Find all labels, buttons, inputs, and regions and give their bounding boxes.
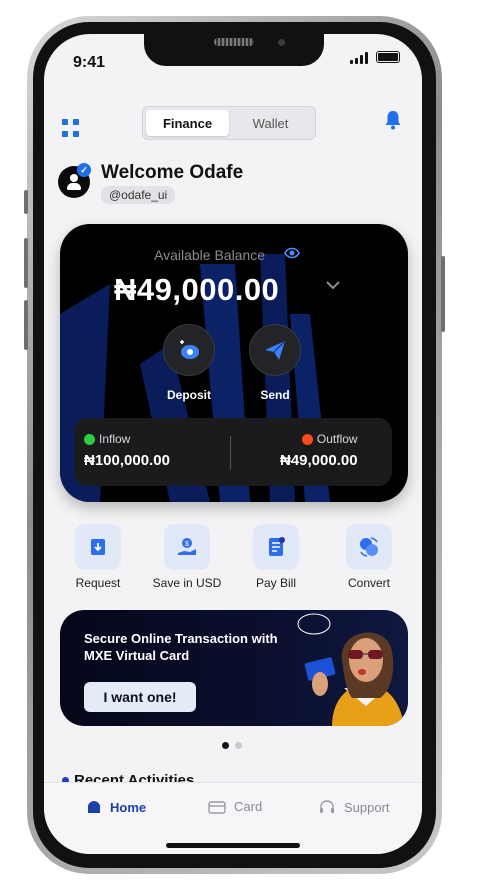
signal-icon xyxy=(350,52,368,64)
side-button xyxy=(24,300,28,350)
battery-icon xyxy=(376,51,400,63)
woman-with-card-image xyxy=(297,613,404,726)
send-label: Send xyxy=(260,388,290,402)
request-icon xyxy=(91,539,105,555)
home-icon xyxy=(88,801,100,813)
username-handle: @odafe_ui xyxy=(101,186,176,204)
front-camera xyxy=(278,39,285,46)
outflow-amount: ₦49,000.00 xyxy=(280,452,358,469)
tab-finance[interactable]: Finance xyxy=(146,110,229,136)
finance-wallet-toggle: Finance Wallet xyxy=(142,106,316,140)
menu-grid-icon[interactable] xyxy=(62,119,80,137)
app-screen: 9:41 Finance Wallet ✓ Welcome Odafe @oda… xyxy=(44,34,422,854)
i-want-one-button[interactable]: I want one! xyxy=(84,682,196,712)
card-icon xyxy=(208,800,226,814)
save-usd-icon: $ xyxy=(178,538,196,555)
notch xyxy=(144,34,324,66)
side-button xyxy=(441,256,445,332)
outflow-label: Outflow xyxy=(316,432,358,446)
carousel-pager xyxy=(222,742,242,749)
status-time: 9:41 xyxy=(73,54,106,71)
inflow-amount: ₦100,000.00 xyxy=(84,452,170,469)
send-icon xyxy=(265,340,286,360)
verified-badge-icon: ✓ xyxy=(77,163,91,177)
deposit-button[interactable]: Deposit xyxy=(161,324,217,402)
balance-amount: ₦49,000.00 xyxy=(114,272,280,307)
pay-bill-icon xyxy=(269,537,285,556)
flow-divider xyxy=(230,436,231,470)
pager-dot[interactable] xyxy=(235,742,242,749)
deposit-icon xyxy=(180,340,199,359)
request-action[interactable]: Request xyxy=(58,524,138,590)
convert-icon xyxy=(360,537,378,557)
eye-icon[interactable] xyxy=(284,246,300,260)
headset-icon xyxy=(320,800,334,813)
inflow-dot-icon xyxy=(84,433,95,445)
nav-home-label: Home xyxy=(110,799,147,815)
inflow-block: Inflow ₦100,000.00 xyxy=(84,432,170,469)
home-indicator xyxy=(166,843,300,848)
side-button xyxy=(24,190,28,214)
tab-wallet[interactable]: Wallet xyxy=(229,110,312,136)
bottom-nav: Home Card Support xyxy=(44,782,422,854)
inflow-label: Inflow xyxy=(99,432,131,446)
save-in-usd-label: Save in USD xyxy=(152,576,222,590)
available-balance-label: Available Balance xyxy=(154,247,266,263)
promo-banner[interactable]: Secure Online Transaction with MXE Virtu… xyxy=(60,610,408,726)
nav-support-label: Support xyxy=(344,799,390,815)
nav-card-label: Card xyxy=(234,799,263,814)
nav-home[interactable]: Home xyxy=(86,799,146,815)
save-in-usd-action[interactable]: $ Save in USD xyxy=(147,524,227,590)
outflow-dot-icon xyxy=(301,433,313,445)
convert-label: Convert xyxy=(347,576,391,590)
bell-icon[interactable] xyxy=(384,110,402,130)
inflow-outflow-panel: Inflow ₦100,000.00 Outflow ₦49,000.00 xyxy=(74,418,392,486)
svg-text:$: $ xyxy=(185,541,189,548)
nav-card[interactable]: Card xyxy=(208,799,262,814)
pager-dot[interactable] xyxy=(222,742,229,749)
side-button xyxy=(24,238,28,288)
pay-bill-action[interactable]: Pay Bill xyxy=(236,524,316,590)
promo-title: Secure Online Transaction with MXE Virtu… xyxy=(84,631,278,663)
speaker-grille xyxy=(214,38,254,46)
request-label: Request xyxy=(75,576,121,590)
outflow-block: Outflow ₦49,000.00 xyxy=(280,432,358,469)
send-button[interactable]: Send xyxy=(247,324,303,402)
convert-action[interactable]: Convert xyxy=(329,524,409,590)
pay-bill-label: Pay Bill xyxy=(255,576,296,590)
chevron-down-icon[interactable] xyxy=(326,280,340,290)
deposit-label: Deposit xyxy=(166,388,211,402)
balance-card: Available Balance ₦49,000.00 Deposit Sen… xyxy=(60,224,408,502)
nav-support[interactable]: Support xyxy=(318,799,390,815)
welcome-title: Welcome Odafe xyxy=(101,162,244,183)
